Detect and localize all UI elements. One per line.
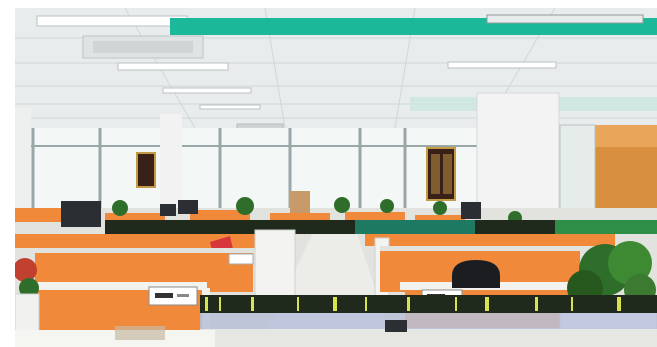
boxes — [290, 191, 310, 213]
image-frame — [0, 0, 657, 347]
glitch-band-bottom — [200, 313, 657, 329]
pillar-center — [160, 114, 182, 214]
chair-icon — [452, 260, 500, 288]
office-scene — [15, 8, 657, 347]
office-photo — [15, 8, 657, 347]
window-wall — [15, 128, 485, 210]
pillar-right — [476, 92, 560, 229]
glitch-band-lower — [200, 295, 657, 313]
